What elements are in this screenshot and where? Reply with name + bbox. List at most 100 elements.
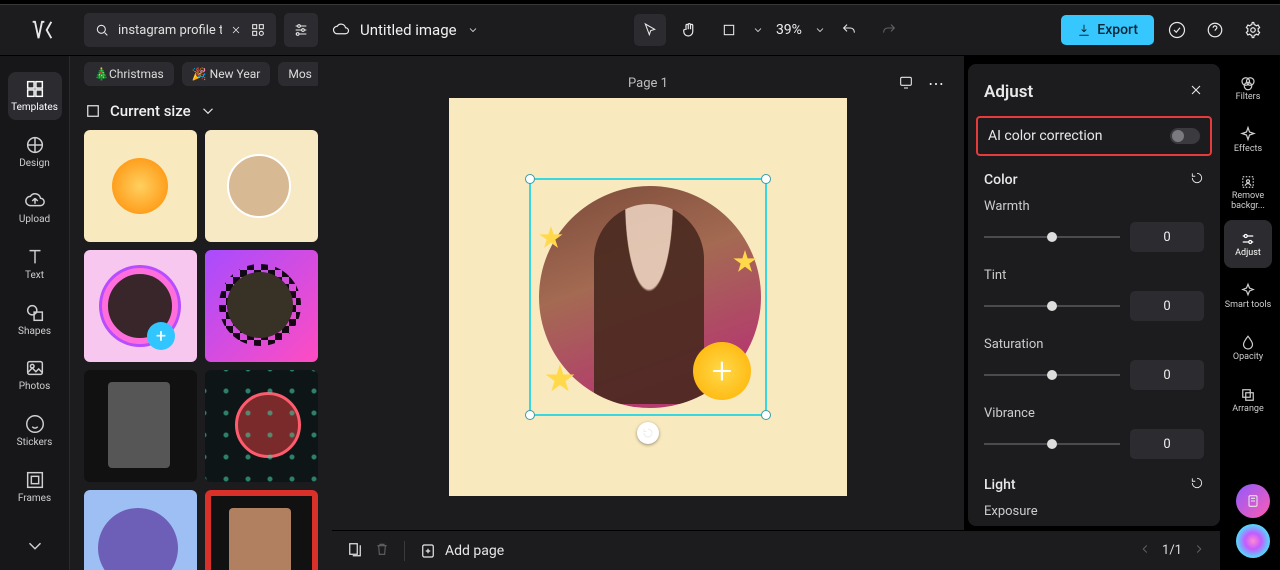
tool-opacity[interactable]: Opacity	[1224, 324, 1272, 372]
tool-label: Arrange	[1232, 405, 1264, 414]
resize-handle[interactable]	[525, 174, 535, 184]
pages-button[interactable]	[346, 540, 364, 562]
undo-button[interactable]	[832, 13, 866, 47]
page-indicator: 1/1	[1162, 543, 1182, 558]
template-thumb[interactable]	[205, 370, 318, 482]
canvas-tool-group: 39%	[634, 13, 906, 47]
checklist-button[interactable]	[1162, 15, 1192, 45]
template-thumb[interactable]: +	[84, 250, 197, 362]
prev-page-button[interactable]	[1138, 541, 1152, 560]
ai-assistant-fab[interactable]	[1236, 484, 1270, 518]
clear-search-icon[interactable]	[230, 24, 242, 36]
left-nav: Templates Design Upload Text Shapes Phot…	[0, 56, 70, 570]
exposure-control: Exposure 0	[984, 504, 1204, 526]
chip-more[interactable]: Mos	[278, 62, 318, 86]
template-thumb[interactable]	[205, 130, 318, 242]
template-thumb[interactable]	[84, 490, 197, 570]
vibrance-slider[interactable]	[984, 437, 1120, 451]
chevron-down-icon	[199, 102, 217, 120]
page-label: Page 1	[628, 76, 668, 91]
nav-design[interactable]: Design	[8, 128, 62, 176]
control-label: Exposure	[984, 504, 1204, 519]
zoom-dropdown[interactable]	[814, 21, 826, 40]
search-input[interactable]	[118, 23, 222, 38]
add-page-button[interactable]: Add page	[419, 542, 504, 560]
saturation-value[interactable]: 0	[1130, 360, 1204, 390]
tool-arrange[interactable]: Arrange	[1224, 376, 1272, 424]
crop-tool[interactable]	[712, 13, 746, 47]
cursor-tool[interactable]	[634, 14, 666, 46]
tool-label: Smart tools	[1225, 301, 1272, 310]
resize-handle[interactable]	[525, 410, 535, 420]
tool-remove-background[interactable]: Remove backgr...	[1224, 168, 1272, 216]
add-badge[interactable]: +	[693, 342, 751, 400]
plus-page-icon	[419, 542, 437, 560]
template-thumb[interactable]	[84, 370, 197, 482]
export-button[interactable]: Export	[1061, 15, 1154, 45]
zoom-level[interactable]: 39%	[776, 22, 802, 38]
selection-box[interactable]: +	[529, 178, 767, 416]
visual-search-icon[interactable]	[250, 22, 266, 38]
nav-stickers[interactable]: Stickers	[8, 407, 62, 455]
filter-button[interactable]	[284, 13, 318, 47]
reset-light-button[interactable]	[1190, 475, 1204, 494]
resize-handle[interactable]	[761, 174, 771, 184]
title-dropdown[interactable]	[467, 21, 479, 40]
hand-tool[interactable]	[672, 13, 706, 47]
search-icon	[94, 22, 110, 38]
tool-label: Remove backgr...	[1224, 192, 1272, 211]
tool-smart-tools[interactable]: Smart tools	[1224, 272, 1272, 320]
settings-button[interactable]	[1238, 15, 1268, 45]
delete-page-button[interactable]	[374, 541, 390, 561]
control-label: Vibrance	[984, 406, 1204, 421]
nav-label: Upload	[19, 214, 50, 225]
help-button[interactable]	[1200, 15, 1230, 45]
page-canvas[interactable]: +	[449, 98, 847, 496]
nav-photos[interactable]: Photos	[8, 351, 62, 399]
tool-filters[interactable]: Filters	[1224, 64, 1272, 112]
export-label: Export	[1097, 22, 1138, 38]
reset-color-button[interactable]	[1190, 170, 1204, 189]
present-icon[interactable]	[898, 74, 914, 90]
template-search[interactable]	[84, 13, 276, 47]
warmth-value[interactable]: 0	[1130, 222, 1204, 252]
nav-templates[interactable]: Templates	[8, 72, 62, 120]
template-thumb[interactable]	[205, 490, 318, 570]
chip-new-year[interactable]: 🎉 New Year	[182, 62, 271, 86]
template-thumb[interactable]	[205, 250, 318, 362]
tool-label: Filters	[1236, 93, 1261, 102]
tint-slider[interactable]	[984, 299, 1120, 313]
size-icon	[84, 102, 102, 120]
color-wheel-fab[interactable]	[1236, 524, 1270, 558]
page-menu[interactable]: ⋯	[928, 74, 946, 93]
tint-value[interactable]: 0	[1130, 291, 1204, 321]
nav-shapes[interactable]: Shapes	[8, 295, 62, 343]
canvas-area: Page 1 ⋯ ⋯ +	[332, 56, 964, 530]
redo-button[interactable]	[872, 13, 906, 47]
project-title[interactable]: Untitled image	[360, 21, 457, 39]
vibrance-value[interactable]: 0	[1130, 429, 1204, 459]
sliders-icon	[293, 22, 309, 38]
tint-control: Tint 0	[984, 268, 1204, 321]
crop-dropdown[interactable]	[752, 21, 764, 40]
nav-frames[interactable]: Frames	[8, 462, 62, 510]
warmth-slider[interactable]	[984, 230, 1120, 244]
nav-text[interactable]: Text	[8, 239, 62, 287]
rotate-handle[interactable]	[637, 422, 659, 444]
nav-upload[interactable]: Upload	[8, 184, 62, 232]
template-thumb[interactable]	[84, 130, 197, 242]
ai-color-toggle[interactable]	[1170, 128, 1200, 144]
close-panel-button[interactable]	[1188, 82, 1204, 102]
ai-color-label: AI color correction	[988, 128, 1102, 144]
chip-christmas[interactable]: 🎄Christmas	[84, 62, 174, 86]
saturation-slider[interactable]	[984, 368, 1120, 382]
tool-effects[interactable]: Effects	[1224, 116, 1272, 164]
tool-adjust[interactable]: Adjust	[1224, 220, 1272, 268]
resize-handle[interactable]	[761, 410, 771, 420]
app-logo[interactable]	[12, 5, 72, 55]
next-page-button[interactable]	[1192, 541, 1206, 560]
cloud-sync-icon[interactable]	[332, 21, 350, 39]
size-filter[interactable]: Current size	[84, 102, 318, 120]
top-bar: Untitled image 39% Export	[0, 4, 1280, 56]
nav-more[interactable]	[8, 522, 62, 570]
